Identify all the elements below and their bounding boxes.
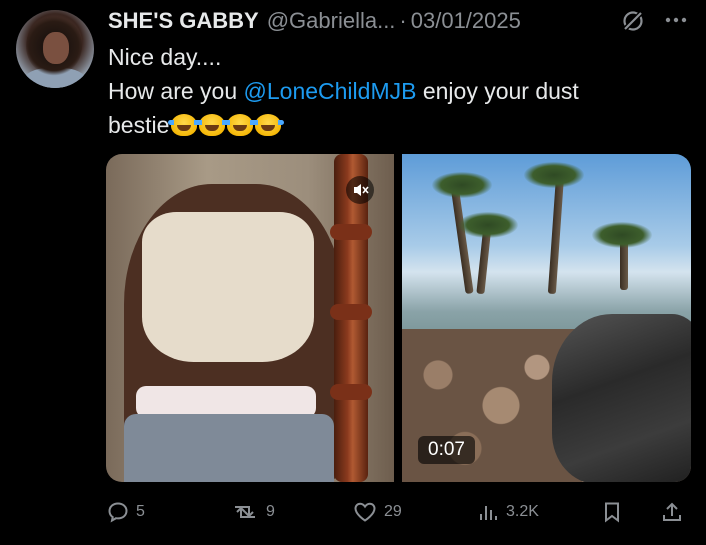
laughing-crying-emoji-icon (168, 114, 201, 136)
reply-button[interactable]: 5 (106, 497, 145, 527)
header-separator: · (399, 8, 407, 33)
post-header: SHE'S GABBY @Gabriella... · 03/01/2025 (108, 6, 521, 36)
media-grid: 0:07 (106, 154, 691, 482)
reply-count: 5 (136, 503, 145, 520)
bookmark-button[interactable] (600, 497, 624, 527)
media-photo-left[interactable] (106, 154, 394, 482)
action-bar: 5 9 29 3.2K (106, 497, 691, 527)
avatar[interactable] (16, 10, 94, 88)
laughing-crying-emoji-icon (224, 114, 257, 136)
author-handle[interactable]: @Gabriella... (267, 8, 396, 34)
views-button[interactable]: 3.2K (476, 497, 539, 527)
share-button[interactable] (660, 497, 684, 527)
heart-icon (354, 502, 376, 522)
laughing-crying-emoji-icon (196, 114, 229, 136)
author-name[interactable]: SHE'S GABBY (108, 8, 259, 34)
post-line-2: How are you @LoneChildMJB enjoy your dus… (108, 74, 688, 108)
more-options-icon[interactable] (660, 8, 692, 32)
like-button[interactable]: 29 (352, 497, 402, 527)
post-line-3-text: bestie (108, 112, 170, 138)
laughing-crying-emoji-icon (252, 114, 285, 136)
post-date[interactable]: 03/01/2025 (411, 8, 521, 34)
post-line-2-suffix: enjoy your dust (416, 78, 579, 104)
post-line-1: Nice day.... (108, 44, 222, 70)
repost-button[interactable]: 9 (230, 497, 275, 527)
like-count: 29 (384, 503, 402, 520)
repost-count: 9 (266, 503, 275, 520)
mention-link[interactable]: @LoneChildMJB (244, 78, 417, 104)
post-text: Nice day.... How are you @LoneChildMJB e… (108, 40, 688, 142)
post-line-2-prefix: How are you (108, 78, 244, 104)
reply-icon (108, 502, 128, 523)
bookmark-icon (605, 502, 619, 523)
view-count: 3.2K (506, 503, 539, 520)
media-video-right[interactable]: 0:07 (402, 154, 691, 482)
post-line-3: bestie (108, 108, 688, 142)
repost-icon (235, 506, 255, 518)
video-timer: 0:07 (418, 436, 475, 464)
grok-icon[interactable] (620, 8, 646, 34)
views-icon (480, 506, 497, 520)
mute-icon[interactable] (346, 176, 374, 204)
share-icon (663, 502, 681, 521)
